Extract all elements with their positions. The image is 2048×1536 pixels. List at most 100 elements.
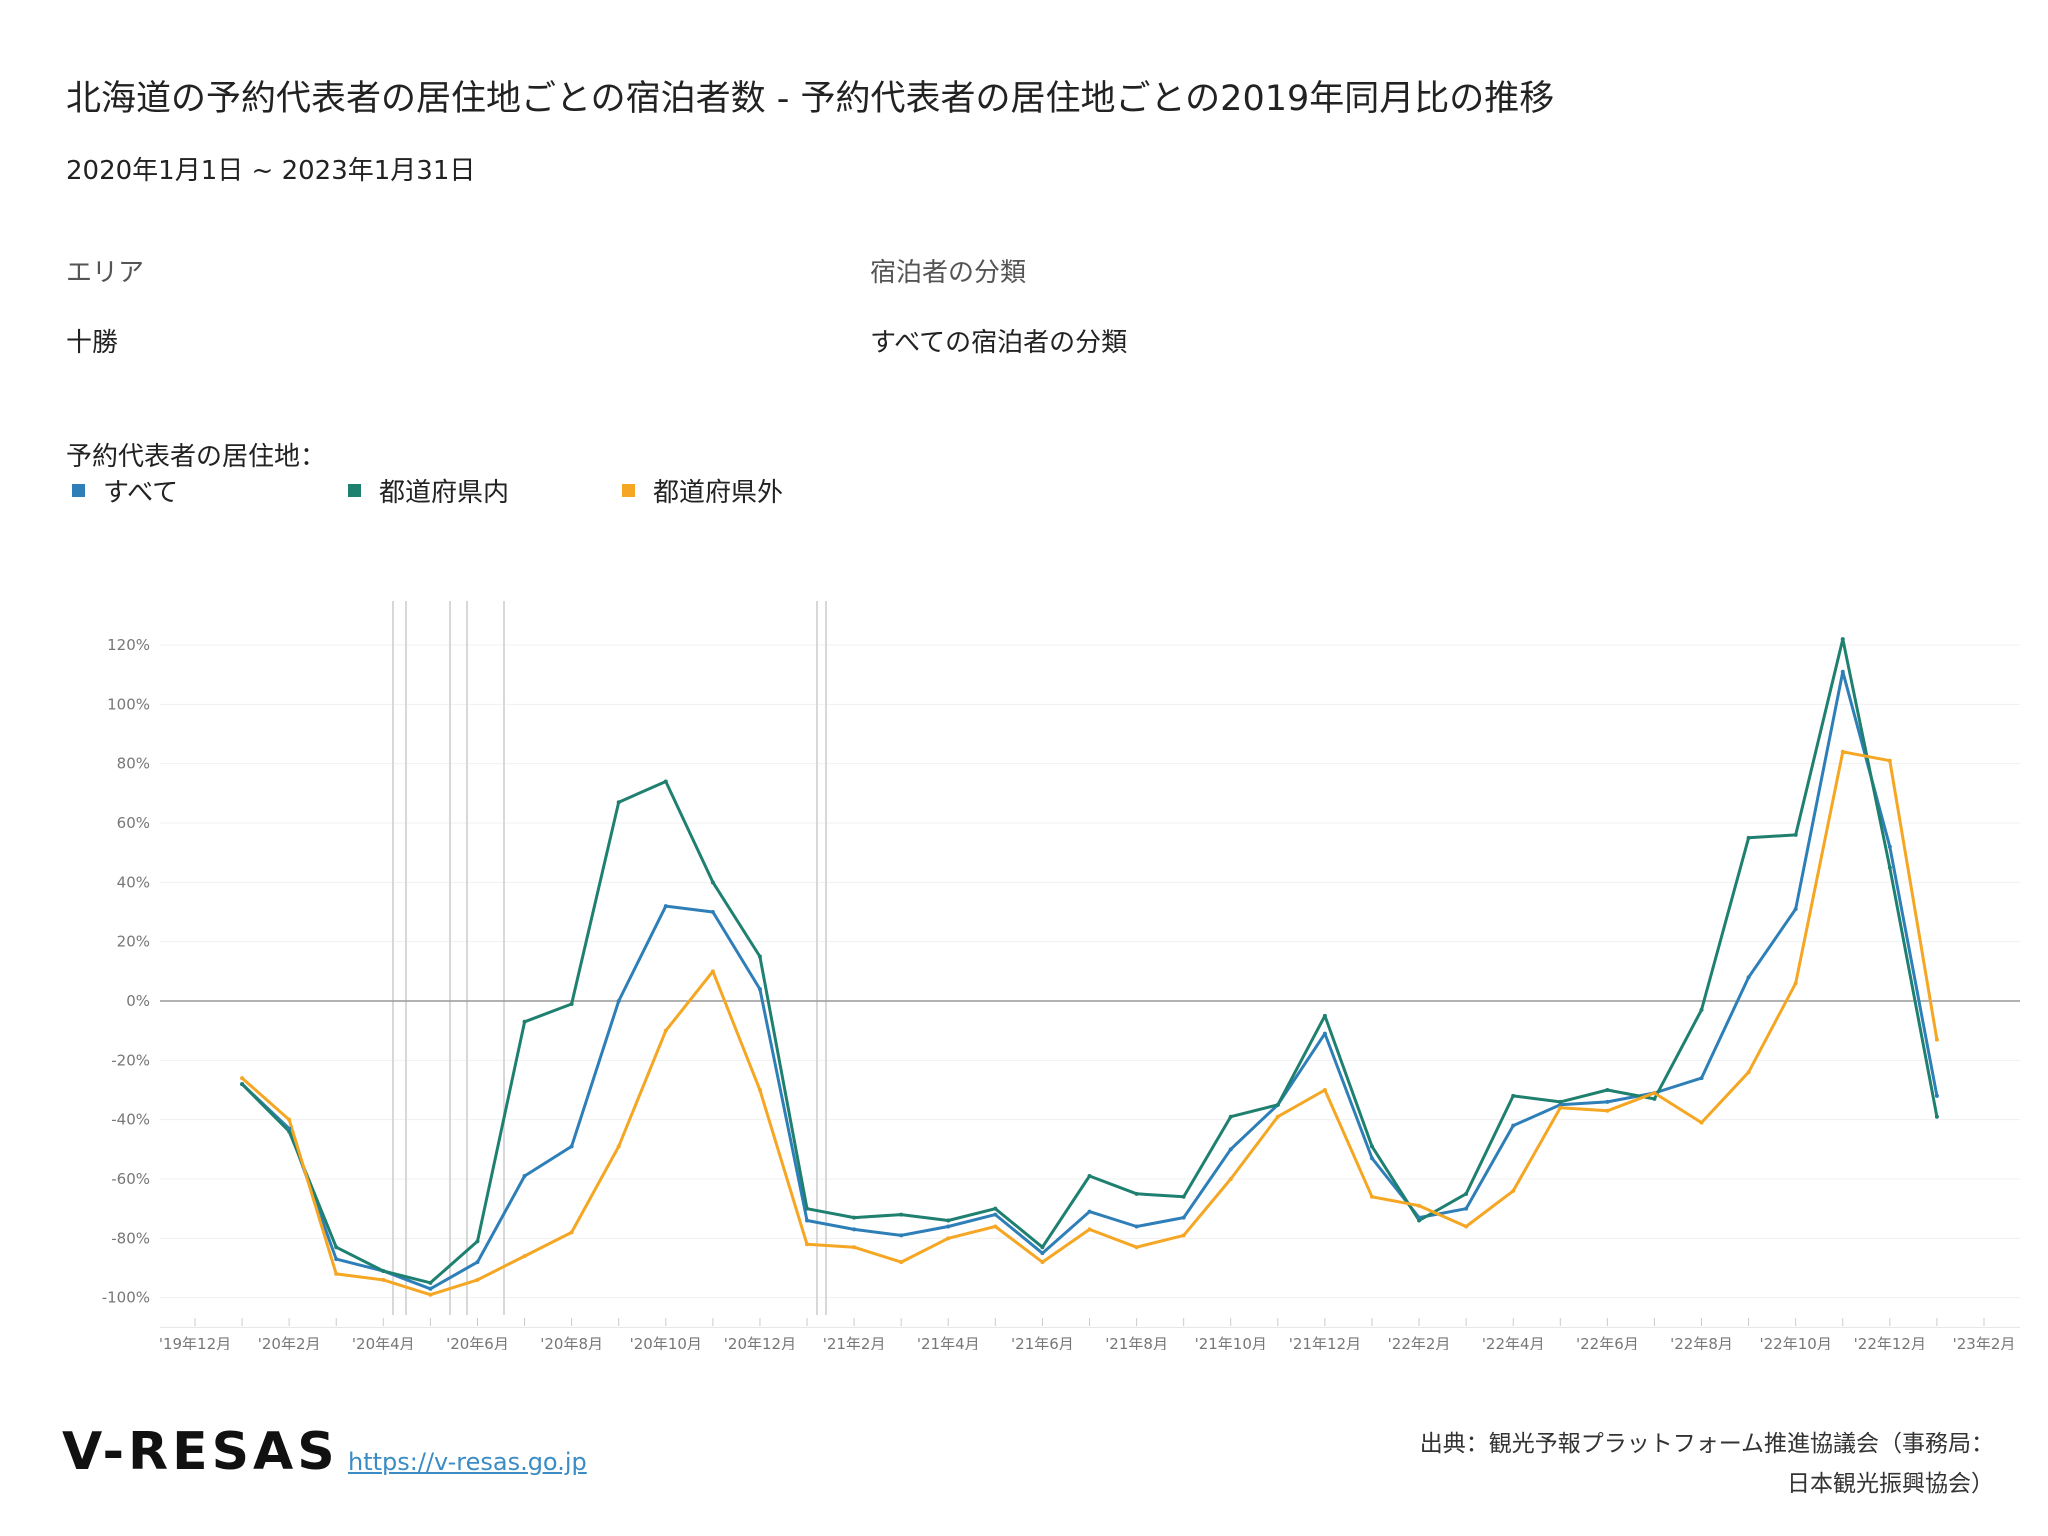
data-point[interactable]: [240, 1082, 245, 1087]
data-point[interactable]: [1322, 1088, 1327, 1092]
data-point[interactable]: [381, 1277, 386, 1282]
data-point[interactable]: [334, 1257, 339, 1262]
data-point[interactable]: [334, 1245, 339, 1250]
data-point[interactable]: [946, 1218, 951, 1223]
data-point[interactable]: [569, 1144, 574, 1149]
data-point[interactable]: [1087, 1174, 1092, 1179]
data-point[interactable]: [1087, 1209, 1092, 1214]
data-point[interactable]: [381, 1268, 386, 1273]
data-point[interactable]: [663, 779, 668, 784]
data-point[interactable]: [1746, 1070, 1751, 1075]
data-point[interactable]: [1134, 1191, 1139, 1196]
data-point[interactable]: [1934, 1114, 1939, 1119]
data-point[interactable]: [1087, 1227, 1092, 1232]
site-link[interactable]: https://v-resas.go.jp: [348, 1448, 587, 1476]
data-point[interactable]: [1887, 758, 1892, 763]
data-point[interactable]: [428, 1280, 433, 1285]
data-point[interactable]: [852, 1227, 857, 1232]
data-point[interactable]: [1934, 1093, 1939, 1098]
data-point[interactable]: [899, 1233, 904, 1238]
data-point[interactable]: [1322, 1031, 1327, 1036]
data-point[interactable]: [475, 1277, 480, 1282]
data-point[interactable]: [1134, 1245, 1139, 1250]
legend-item-in-prefecture[interactable]: 都道府県内: [348, 472, 509, 509]
data-point[interactable]: [663, 904, 668, 909]
data-point[interactable]: [1511, 1093, 1516, 1098]
data-point[interactable]: [1464, 1224, 1469, 1229]
data-point[interactable]: [1934, 1037, 1939, 1042]
data-point[interactable]: [663, 1028, 668, 1033]
data-point[interactable]: [1417, 1218, 1422, 1223]
data-point[interactable]: [1652, 1096, 1657, 1101]
data-point[interactable]: [1040, 1251, 1045, 1256]
data-point[interactable]: [334, 1271, 339, 1276]
data-point[interactable]: [1228, 1114, 1233, 1119]
data-point[interactable]: [1840, 637, 1845, 642]
data-point[interactable]: [1699, 1007, 1704, 1012]
data-point[interactable]: [475, 1260, 480, 1265]
data-point[interactable]: [852, 1245, 857, 1250]
data-point[interactable]: [569, 1230, 574, 1235]
data-point[interactable]: [1181, 1233, 1186, 1238]
data-point[interactable]: [1887, 865, 1892, 870]
data-point[interactable]: [1275, 1114, 1280, 1119]
data-point[interactable]: [1793, 907, 1798, 912]
data-point[interactable]: [1417, 1203, 1422, 1208]
data-point[interactable]: [1558, 1099, 1563, 1104]
data-point[interactable]: [1887, 844, 1892, 849]
data-point[interactable]: [1369, 1144, 1374, 1149]
data-point[interactable]: [1699, 1120, 1704, 1125]
data-point[interactable]: [1793, 981, 1798, 986]
data-point[interactable]: [1605, 1099, 1610, 1104]
data-point[interactable]: [1746, 975, 1751, 980]
data-point[interactable]: [1840, 669, 1845, 674]
data-point[interactable]: [428, 1286, 433, 1291]
data-point[interactable]: [616, 999, 621, 1003]
series-line-1[interactable]: [241, 637, 1939, 1285]
data-point[interactable]: [757, 1088, 762, 1092]
data-point[interactable]: [993, 1212, 998, 1217]
category-filter-value[interactable]: すべての宿泊者の分類: [870, 322, 1127, 359]
data-point[interactable]: [1228, 1177, 1233, 1181]
data-point[interactable]: [993, 1206, 998, 1211]
data-point[interactable]: [993, 1224, 998, 1229]
data-point[interactable]: [1652, 1090, 1657, 1095]
data-point[interactable]: [522, 1174, 527, 1179]
data-point[interactable]: [1040, 1245, 1045, 1250]
data-point[interactable]: [757, 954, 762, 959]
data-point[interactable]: [616, 1144, 621, 1149]
data-point[interactable]: [616, 800, 621, 805]
data-point[interactable]: [899, 1212, 904, 1217]
data-point[interactable]: [1511, 1188, 1516, 1193]
data-point[interactable]: [757, 987, 762, 992]
data-point[interactable]: [240, 1076, 245, 1081]
data-point[interactable]: [522, 1254, 527, 1259]
data-point[interactable]: [1181, 1215, 1186, 1220]
data-point[interactable]: [1228, 1147, 1233, 1152]
data-point[interactable]: [522, 1019, 527, 1024]
data-point[interactable]: [1558, 1105, 1563, 1110]
data-point[interactable]: [805, 1242, 810, 1247]
data-point[interactable]: [1605, 1108, 1610, 1113]
data-point[interactable]: [710, 969, 715, 974]
data-point[interactable]: [1605, 1088, 1610, 1092]
legend-item-out-prefecture[interactable]: 都道府県外: [622, 472, 783, 509]
data-point[interactable]: [428, 1292, 433, 1297]
series-line-0[interactable]: [241, 670, 1939, 1291]
data-point[interactable]: [1793, 832, 1798, 837]
data-point[interactable]: [1746, 835, 1751, 840]
legend-item-all[interactable]: すべて: [72, 472, 178, 509]
data-point[interactable]: [1134, 1224, 1139, 1229]
data-point[interactable]: [1369, 1194, 1374, 1199]
data-point[interactable]: [1840, 749, 1845, 754]
data-point[interactable]: [710, 880, 715, 885]
data-point[interactable]: [946, 1224, 951, 1229]
data-point[interactable]: [1181, 1194, 1186, 1199]
data-point[interactable]: [569, 1001, 574, 1006]
data-point[interactable]: [1699, 1076, 1704, 1081]
data-point[interactable]: [710, 910, 715, 914]
data-point[interactable]: [1464, 1191, 1469, 1196]
data-point[interactable]: [946, 1236, 951, 1241]
data-point[interactable]: [1511, 1123, 1516, 1128]
data-point[interactable]: [1040, 1260, 1045, 1265]
